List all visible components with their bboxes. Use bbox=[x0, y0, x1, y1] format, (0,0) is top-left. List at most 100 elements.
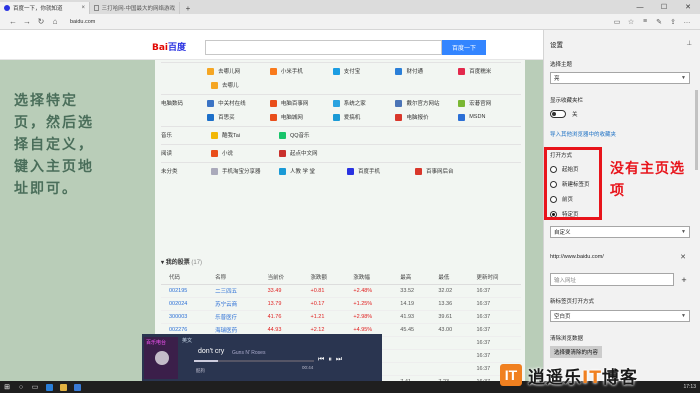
theme-label: 选择主题 bbox=[550, 62, 573, 68]
nav-site[interactable]: 百事网后台 bbox=[415, 167, 483, 175]
nav-site[interactable]: 财付通 bbox=[395, 67, 458, 75]
table-cell: 苏宁云商 bbox=[207, 297, 260, 311]
nav-site[interactable]: 去哪儿网 bbox=[207, 67, 270, 75]
tab-sandaha[interactable]: 三打哈网-中国最大的网络游戏 bbox=[90, 2, 180, 14]
search-input[interactable] bbox=[205, 40, 442, 55]
nav-site[interactable]: 人教 学 堂 bbox=[279, 167, 347, 175]
newtab-label: 新标签页打开方式 bbox=[550, 299, 595, 305]
baidu-logo[interactable]: Bai百度 bbox=[152, 40, 186, 53]
search-button[interactable]: 百度一下 bbox=[442, 40, 486, 55]
tab-baidu[interactable]: 百度一下，你就知道 × bbox=[0, 2, 90, 14]
forward-arrow-icon[interactable]: → bbox=[20, 17, 34, 26]
stocks-header[interactable]: ▾ 我的股票 (17) bbox=[161, 257, 202, 266]
refresh-icon[interactable]: ↻ bbox=[34, 17, 48, 26]
edge-icon[interactable] bbox=[42, 381, 56, 393]
table-row[interactable]: 002195 二三四五 33.49 +0.81 +2.48% 33.52 32.02 16:3… bbox=[161, 284, 521, 298]
favorite-star-icon[interactable]: ☆ bbox=[624, 18, 638, 26]
nav-site[interactable]: 起点中文网 bbox=[279, 149, 347, 157]
play-icon[interactable] bbox=[155, 351, 169, 365]
notes-icon[interactable]: ✎ bbox=[652, 18, 666, 26]
panel-scrollbar[interactable] bbox=[695, 90, 698, 170]
site-icon bbox=[415, 167, 422, 175]
table-row[interactable]: 300003 乐普医疗 41.76 +1.21 +2.98% 41.93 39.61 16:3… bbox=[161, 310, 521, 324]
nav-site[interactable]: 百思买 bbox=[207, 113, 270, 121]
table-cell: 39.61 bbox=[430, 310, 469, 324]
song-title: don't cry bbox=[198, 348, 225, 355]
custom-page-select[interactable]: 自定义 ▼ bbox=[550, 226, 690, 238]
search-icon[interactable]: ○ bbox=[14, 381, 28, 393]
baidu-tab-icon bbox=[4, 5, 10, 11]
folder-icon[interactable] bbox=[56, 381, 70, 393]
nav-site[interactable]: 酷我Tai bbox=[211, 131, 279, 139]
nav-site[interactable]: 百度糯米 bbox=[458, 67, 521, 75]
page-tab-icon bbox=[94, 5, 99, 11]
tab-title: 百度一下，你就知道 bbox=[13, 6, 63, 12]
import-favorites-link[interactable]: 导入其他浏览器中的收藏夹 bbox=[550, 130, 616, 138]
prev-icon[interactable]: ⏮ bbox=[318, 356, 324, 364]
hub-icon[interactable]: ≡ bbox=[638, 18, 652, 26]
remove-url-icon[interactable]: ✕ bbox=[680, 253, 686, 261]
table-cell bbox=[430, 336, 469, 350]
clear-data-button[interactable]: 选择要清除的内容 bbox=[550, 346, 603, 358]
task-view-icon[interactable]: ▭ bbox=[28, 381, 42, 393]
table-cell: 002195 bbox=[161, 284, 208, 298]
next-icon[interactable]: ⏭ bbox=[336, 356, 342, 364]
site-icon bbox=[211, 167, 218, 175]
watermark-logo: IT bbox=[500, 364, 522, 386]
album-cover[interactable]: 百乐电台 bbox=[144, 337, 178, 379]
add-url-button[interactable]: + bbox=[678, 273, 690, 286]
music-progress[interactable] bbox=[194, 360, 314, 362]
back-arrow-icon[interactable]: ← bbox=[6, 17, 20, 26]
table-cell: 33.49 bbox=[259, 284, 303, 298]
site-icon bbox=[269, 113, 277, 121]
maximize-icon[interactable]: ☐ bbox=[652, 0, 676, 14]
reading-view-icon[interactable]: ▭ bbox=[610, 18, 624, 26]
minimize-icon[interactable]: — bbox=[628, 0, 652, 14]
nav-site[interactable]: 戴尔官方网站 bbox=[395, 99, 458, 107]
nav-site[interactable]: 小米手机 bbox=[269, 67, 333, 75]
favbar-toggle[interactable] bbox=[550, 110, 566, 118]
table-cell: 16:37 bbox=[468, 284, 521, 298]
nav-site[interactable]: 去哪儿 bbox=[211, 81, 279, 89]
nav-site[interactable]: 爱搞机 bbox=[332, 113, 396, 121]
table-cell: +1.25% bbox=[345, 297, 393, 311]
close-tab-icon[interactable]: × bbox=[81, 5, 85, 11]
nav-site[interactable]: 手机淘宝分享器 bbox=[211, 167, 279, 175]
nav-site[interactable]: 系统之家 bbox=[332, 99, 396, 107]
nav-site[interactable]: 小说 bbox=[211, 149, 279, 157]
store-icon[interactable] bbox=[70, 381, 84, 393]
site-icon bbox=[279, 149, 286, 157]
site-icon bbox=[211, 131, 218, 139]
table-cell bbox=[392, 349, 431, 363]
column-header: 更新时间 bbox=[468, 271, 521, 285]
nav-site[interactable]: 宏碁官网 bbox=[458, 99, 521, 107]
web-page: Bai百度 百度一下 选择特定页，然后选择自定义，键入主页地址即可。 去哪儿网 … bbox=[0, 30, 543, 381]
column-header: 代码 bbox=[161, 271, 208, 285]
table-cell: 16:37 bbox=[468, 323, 521, 337]
pause-icon[interactable]: ⏸ bbox=[328, 356, 332, 364]
nav-site[interactable]: 电脑百事网 bbox=[269, 99, 333, 107]
nav-site[interactable]: 支付宝 bbox=[332, 67, 396, 75]
nav-site[interactable]: MSDN bbox=[458, 113, 521, 121]
table-cell: +0.81 bbox=[302, 284, 346, 298]
windows-start-icon[interactable]: ⊞ bbox=[0, 381, 14, 393]
table-cell: +0.17 bbox=[302, 297, 346, 311]
nav-site[interactable]: 电脑报价 bbox=[395, 113, 458, 121]
table-row[interactable]: 002024 苏宁云商 13.79 +0.17 +1.25% 14.19 13.36 16:3… bbox=[161, 297, 521, 311]
table-cell: 41.93 bbox=[392, 310, 431, 324]
home-icon[interactable]: ⌂ bbox=[48, 17, 62, 26]
url-input[interactable]: 输入网址 bbox=[550, 273, 674, 286]
site-icon bbox=[458, 67, 466, 75]
address-bar[interactable]: baidu.com bbox=[70, 19, 95, 25]
share-icon[interactable]: ⇪ bbox=[666, 18, 680, 26]
pin-icon[interactable]: ⊥ bbox=[686, 39, 692, 47]
more-icon[interactable]: … bbox=[680, 18, 694, 26]
theme-select[interactable]: 亮 ▼ bbox=[550, 72, 690, 84]
newtab-select[interactable]: 空白页 ▼ bbox=[550, 310, 690, 322]
new-tab-button[interactable]: + bbox=[180, 2, 196, 14]
nav-site[interactable]: 中关村在线 bbox=[207, 99, 270, 107]
nav-site[interactable]: 电脑城网 bbox=[269, 113, 333, 121]
nav-site[interactable]: 百度手机 bbox=[347, 167, 415, 175]
close-window-icon[interactable]: ✕ bbox=[676, 0, 700, 14]
nav-site[interactable]: QQ音乐 bbox=[279, 131, 347, 139]
